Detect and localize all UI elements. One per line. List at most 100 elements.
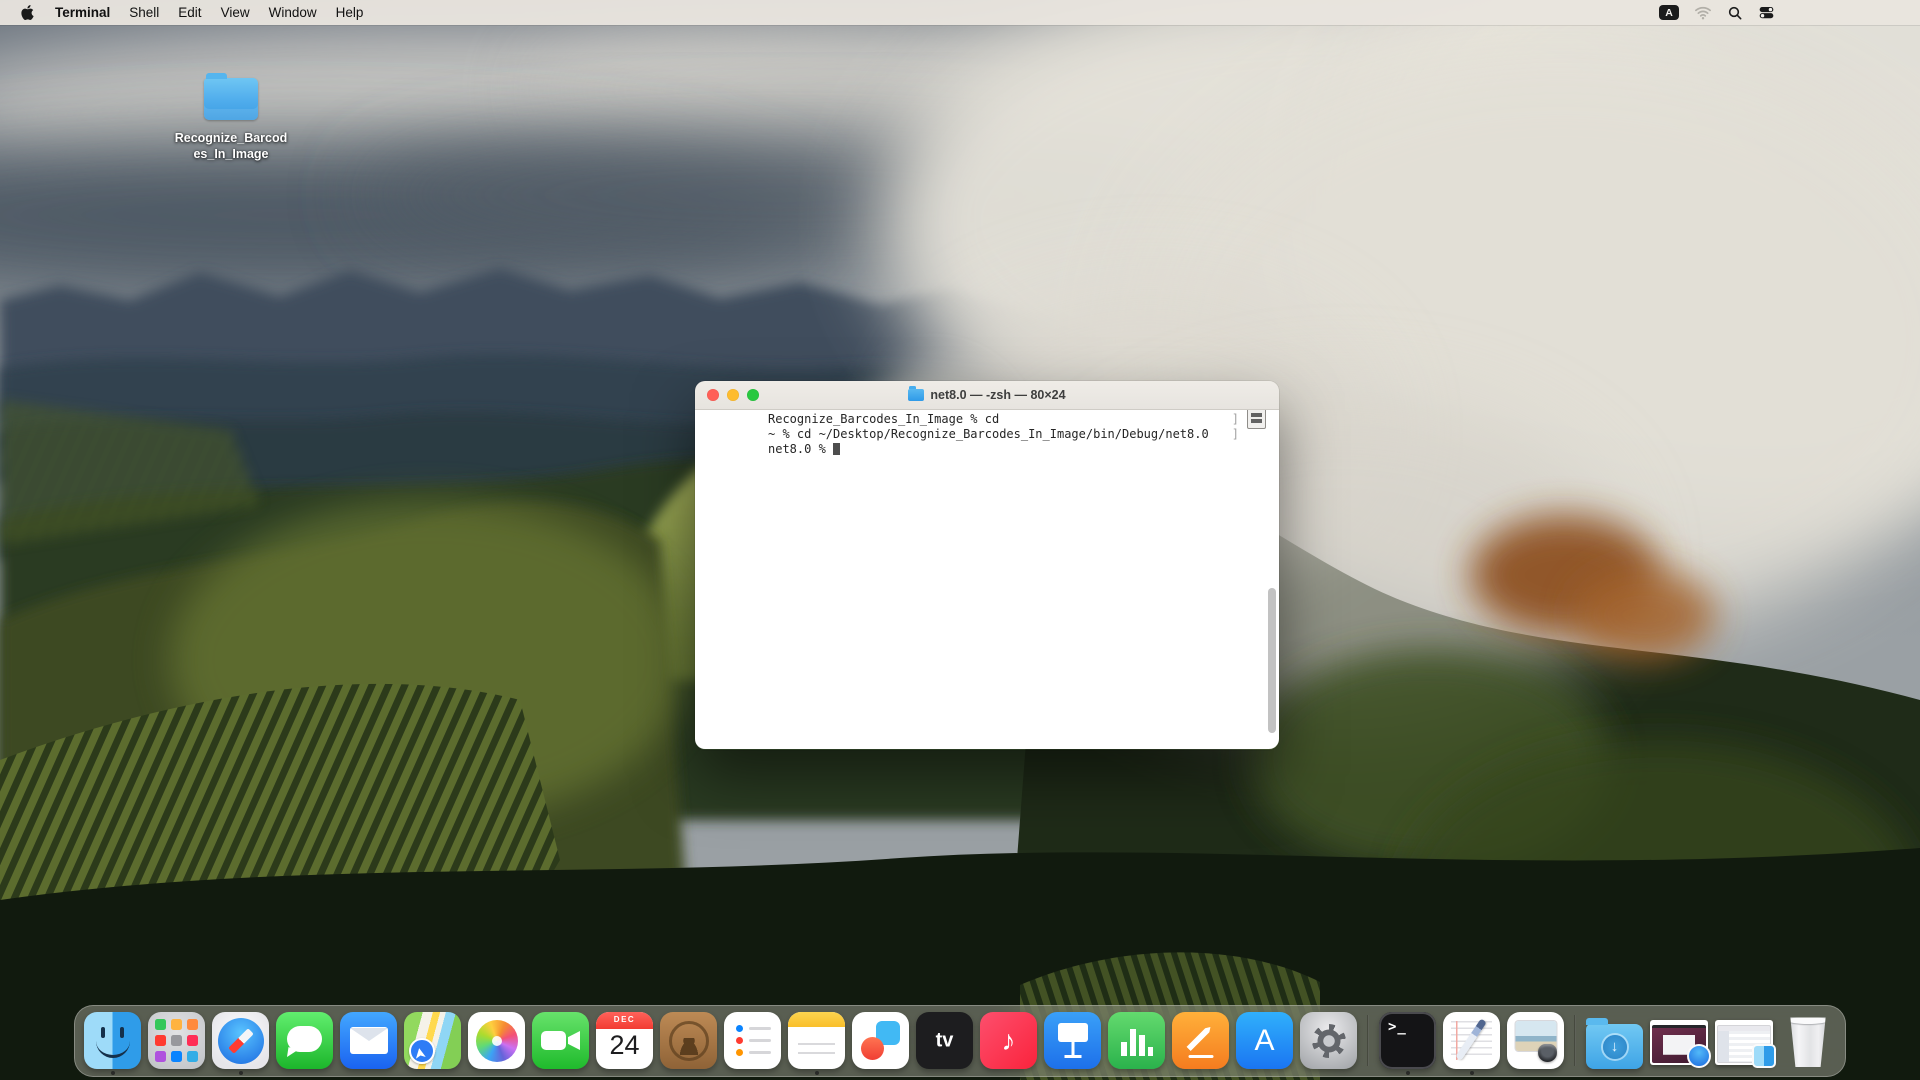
- zoom-button[interactable]: [747, 389, 759, 401]
- dock-item-photos[interactable]: [468, 1012, 525, 1069]
- numbers-icon: [1108, 1012, 1165, 1069]
- terminal-line-2: ~ % cd ~/Desktop/Recognize_Barcodes_In_I…: [695, 427, 1279, 442]
- close-button[interactable]: [707, 389, 719, 401]
- window-title: net8.0 — -zsh — 80×24: [908, 388, 1065, 402]
- settings-icon: [1300, 1012, 1357, 1069]
- mail-icon: [340, 1012, 397, 1069]
- appstore-glyph: A: [1254, 1024, 1274, 1058]
- terminal-line-1: Recognize_Barcodes_In_Image % cd]: [695, 412, 1279, 427]
- apple-menu-icon[interactable]: [20, 4, 35, 21]
- proxy-folder-icon: [908, 389, 924, 401]
- menu-window[interactable]: Window: [269, 0, 317, 25]
- dock-item-finder[interactable]: [84, 1012, 141, 1069]
- finder-icon: [84, 1012, 141, 1069]
- dock-item-downloads[interactable]: ↓: [1586, 1024, 1643, 1069]
- split-pane-button[interactable]: [1247, 410, 1266, 429]
- photos-icon: [468, 1012, 525, 1069]
- music-glyph: ♪: [1002, 1025, 1016, 1057]
- desktop: Terminal Shell Edit View Window Help A: [0, 0, 1920, 1080]
- appletv-icon: tv: [916, 1012, 973, 1069]
- terminal-window[interactable]: net8.0 — -zsh — 80×24 Recognize_Barcodes…: [695, 381, 1279, 750]
- textedit-icon: [1443, 1012, 1500, 1069]
- dock-item-window-finder[interactable]: [1715, 1020, 1773, 1069]
- wifi-icon[interactable]: [1694, 6, 1712, 20]
- dock-item-launchpad[interactable]: [148, 1012, 205, 1069]
- desktop-folder-recognize-barcodes-in-image[interactable]: Recognize_Barcod es_In_Image: [166, 70, 296, 162]
- dock-item-settings[interactable]: [1300, 1012, 1357, 1069]
- terminal-cursor: [833, 443, 840, 455]
- notes-icon: [788, 1012, 845, 1069]
- folder-label: Recognize_Barcod es_In_Image: [166, 130, 296, 162]
- dock-item-keynote[interactable]: [1044, 1012, 1101, 1069]
- running-indicator: [111, 1071, 115, 1075]
- appletv-glyph: tv: [936, 1029, 954, 1052]
- safari-icon: [212, 1012, 269, 1069]
- dock-item-mail[interactable]: [340, 1012, 397, 1069]
- window-finder-icon: [1715, 1020, 1773, 1065]
- running-indicator: [1406, 1071, 1410, 1075]
- command-mark: ]: [1232, 412, 1239, 427]
- window-safari-icon: [1650, 1020, 1708, 1065]
- messages-icon: [276, 1012, 333, 1069]
- dock-item-numbers[interactable]: [1108, 1012, 1165, 1069]
- pages-icon: [1172, 1012, 1229, 1069]
- dock-item-appstore[interactable]: A: [1236, 1012, 1293, 1069]
- command-mark: ]: [1232, 427, 1239, 442]
- downloads-glyph: ↓: [1603, 1035, 1627, 1059]
- spotlight-search-icon[interactable]: [1727, 5, 1743, 21]
- running-indicator: [239, 1071, 243, 1075]
- folder-icon: [204, 78, 258, 120]
- dock-item-reminders[interactable]: [724, 1012, 781, 1069]
- input-source-icon[interactable]: A: [1659, 5, 1679, 20]
- dock-item-maps[interactable]: [404, 1012, 461, 1069]
- contacts-icon: [660, 1012, 717, 1069]
- calendar-month-label: DEC: [596, 1015, 653, 1024]
- downloads-icon: ↓: [1586, 1024, 1643, 1069]
- facetime-icon: [532, 1012, 589, 1069]
- dock-item-trash[interactable]: [1780, 1017, 1836, 1069]
- dock-item-terminal[interactable]: >_: [1379, 1012, 1436, 1069]
- terminal-content[interactable]: Recognize_Barcodes_In_Image % cd]~ % cd …: [695, 410, 1279, 749]
- dock-divider: [1574, 1015, 1576, 1066]
- music-icon: ♪: [980, 1012, 1037, 1069]
- terminal-glyph: >_: [1388, 1019, 1407, 1035]
- dock-item-freeform[interactable]: [852, 1012, 909, 1069]
- dock-item-facetime[interactable]: [532, 1012, 589, 1069]
- dock: DEC 24 tv ♪ A >_ ↓: [74, 1005, 1846, 1077]
- control-center-icon[interactable]: [1758, 5, 1775, 20]
- minimize-button[interactable]: [727, 389, 739, 401]
- dock-item-appletv[interactable]: tv: [916, 1012, 973, 1069]
- menu-terminal[interactable]: Terminal: [55, 0, 110, 25]
- launchpad-icon: [148, 1012, 205, 1069]
- keynote-icon: [1044, 1012, 1101, 1069]
- menu-bar-status: A: [1659, 5, 1775, 21]
- menu-help[interactable]: Help: [336, 0, 364, 25]
- menu-edit[interactable]: Edit: [178, 0, 201, 25]
- menu-bar: Terminal Shell Edit View Window Help A: [0, 0, 1920, 25]
- running-indicator: [1470, 1071, 1474, 1075]
- terminal-line-3: net8.0 %: [695, 442, 1279, 457]
- dock-item-notes[interactable]: [788, 1012, 845, 1069]
- menu-view[interactable]: View: [221, 0, 250, 25]
- dock-item-calendar[interactable]: DEC 24: [596, 1012, 653, 1069]
- maps-icon: [404, 1012, 461, 1069]
- dock-item-safari[interactable]: [212, 1012, 269, 1069]
- dock-item-pages[interactable]: [1172, 1012, 1229, 1069]
- preview-icon: [1507, 1012, 1564, 1069]
- menu-shell[interactable]: Shell: [129, 0, 159, 25]
- dock-item-preview[interactable]: [1507, 1012, 1564, 1069]
- dock-item-window-safari[interactable]: [1650, 1020, 1708, 1069]
- dock-item-music[interactable]: ♪: [980, 1012, 1037, 1069]
- dock-item-contacts[interactable]: [660, 1012, 717, 1069]
- freeform-icon: [852, 1012, 909, 1069]
- dock-divider: [1367, 1015, 1369, 1066]
- appstore-icon: A: [1236, 1012, 1293, 1069]
- dock-item-messages[interactable]: [276, 1012, 333, 1069]
- dock-item-textedit[interactable]: [1443, 1012, 1500, 1069]
- trash-icon: [1787, 1017, 1829, 1067]
- terminal-titlebar[interactable]: net8.0 — -zsh — 80×24: [695, 381, 1279, 410]
- reminders-icon: [724, 1012, 781, 1069]
- scrollbar-thumb[interactable]: [1268, 588, 1276, 733]
- calendar-day-label: 24: [596, 1029, 653, 1061]
- app-menus: Terminal Shell Edit View Window Help: [55, 0, 363, 25]
